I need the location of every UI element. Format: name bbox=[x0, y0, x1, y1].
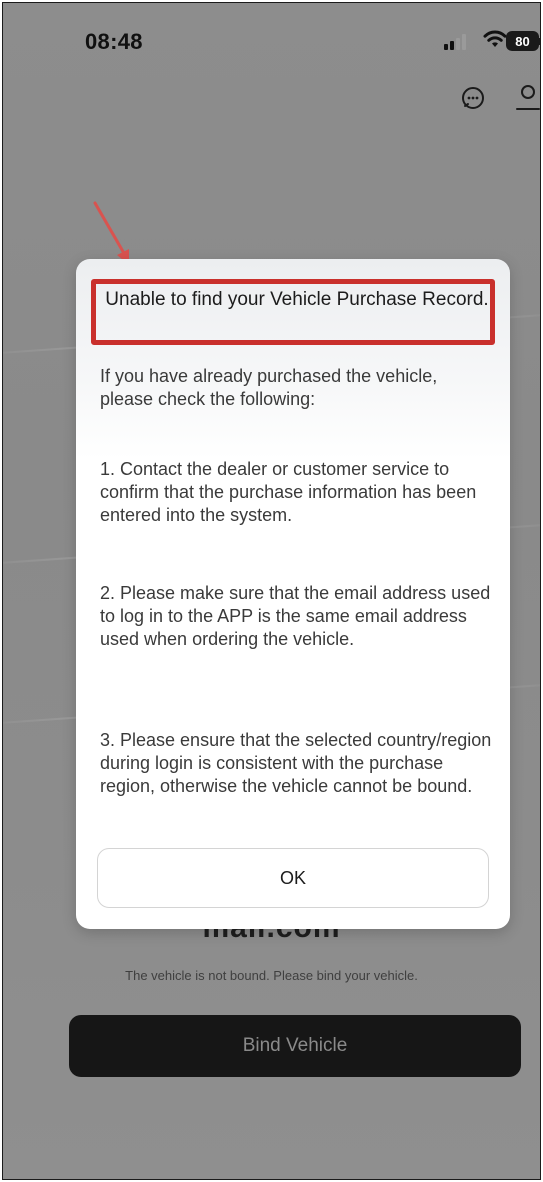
status-bar: 08:48 80 bbox=[3, 3, 540, 110]
dialog-item-3: 3. Please ensure that the selected count… bbox=[100, 730, 492, 796]
dialog-item-2: 2. Please make sure that the email addre… bbox=[100, 583, 491, 649]
dialog-item-1: 1. Contact the dealer or customer servic… bbox=[100, 459, 477, 525]
battery-cap bbox=[539, 38, 540, 45]
ok-label: OK bbox=[279, 867, 306, 888]
bind-vehicle-button[interactable]: Bind Vehicle bbox=[69, 1015, 521, 1077]
battery-level: 80 bbox=[515, 33, 530, 49]
dialog-title: Unable to find your Vehicle Purchase Rec… bbox=[105, 289, 489, 310]
dialog-intro: If you have already purchased the vehicl… bbox=[100, 366, 438, 409]
bind-vehicle-label: Bind Vehicle bbox=[242, 1035, 348, 1056]
cellular-signal-icon bbox=[444, 34, 466, 50]
vehicle-status-text: The vehicle is not bound. Please bind yo… bbox=[125, 968, 418, 983]
user-icon[interactable] bbox=[515, 83, 541, 111]
status-time: 08:48 bbox=[85, 29, 143, 54]
ok-button[interactable]: OK bbox=[97, 848, 489, 908]
wifi-icon bbox=[483, 30, 507, 47]
battery-icon: 80 bbox=[506, 31, 539, 51]
message-icon[interactable] bbox=[460, 85, 486, 111]
